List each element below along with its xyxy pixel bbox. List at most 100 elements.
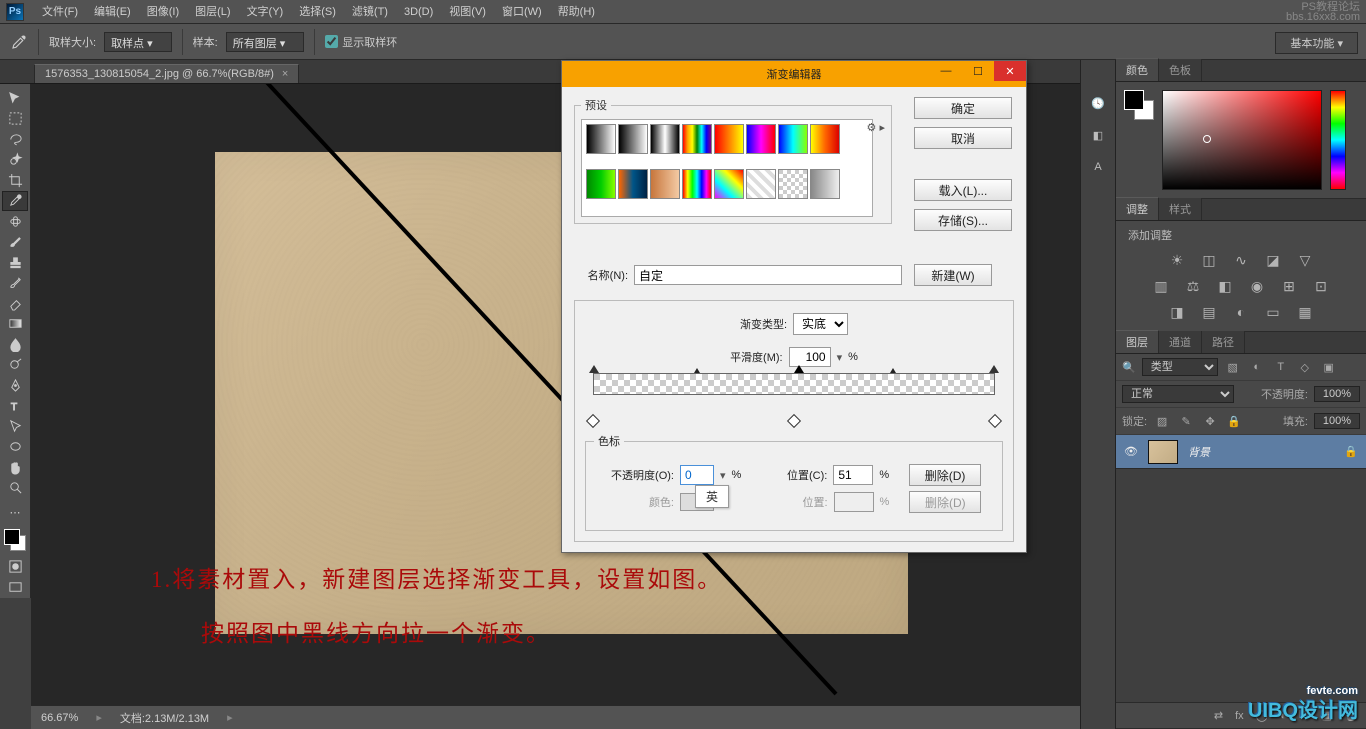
layer-thumbnail[interactable]: [1148, 440, 1178, 464]
document-tab[interactable]: 1576353_130815054_2.jpg @ 66.7%(RGB/8#) …: [34, 64, 299, 83]
properties-panel-icon[interactable]: ◧: [1087, 124, 1109, 146]
gradmap-icon[interactable]: ▭: [1264, 303, 1282, 321]
menu-image[interactable]: 图像(I): [139, 0, 187, 24]
filter-type-icon[interactable]: T: [1272, 358, 1290, 376]
lock-pixels-icon[interactable]: ▨: [1153, 412, 1171, 430]
tab-adjustments[interactable]: 调整: [1116, 197, 1159, 220]
cancel-button[interactable]: 取消: [914, 127, 1012, 149]
tab-layers[interactable]: 图层: [1116, 330, 1159, 353]
gradient-type-select[interactable]: 实底: [793, 313, 848, 335]
hue-slider[interactable]: [1330, 90, 1346, 190]
fill-value[interactable]: 100%: [1314, 413, 1360, 429]
ok-button[interactable]: 确定: [914, 97, 1012, 119]
hand-tool[interactable]: [2, 457, 28, 478]
menu-select[interactable]: 选择(S): [291, 0, 344, 24]
layer-name[interactable]: 背景: [1188, 444, 1210, 460]
blend-mode-select[interactable]: 正常: [1122, 385, 1234, 403]
color-stop[interactable]: [988, 414, 1002, 428]
type-tool[interactable]: T: [2, 396, 28, 417]
layer-style-icon[interactable]: fx: [1235, 710, 1244, 722]
status-chevron-icon[interactable]: ▸: [96, 711, 102, 724]
opacity-stop[interactable]: [989, 365, 999, 373]
zoom-level[interactable]: 66.67%: [41, 712, 78, 724]
gradient-preview[interactable]: [593, 373, 995, 395]
close-icon[interactable]: ×: [282, 68, 288, 80]
gradient-name-input[interactable]: [634, 265, 902, 285]
quickmask-toggle[interactable]: [2, 557, 28, 578]
menu-window[interactable]: 窗口(W): [494, 0, 550, 24]
gradient-preset[interactable]: [810, 124, 840, 154]
blur-tool[interactable]: [2, 334, 28, 355]
bw-icon[interactable]: ◧: [1216, 277, 1234, 295]
invert-icon[interactable]: ◨: [1168, 303, 1186, 321]
brightness-icon[interactable]: ☀: [1168, 251, 1186, 269]
pen-tool[interactable]: [2, 375, 28, 396]
gradient-preset[interactable]: [714, 169, 744, 199]
tab-swatches[interactable]: 色板: [1159, 59, 1202, 81]
gradient-preset[interactable]: [618, 124, 648, 154]
status-chevron-icon[interactable]: ▸: [227, 711, 233, 724]
visibility-icon[interactable]: 👁: [1124, 445, 1138, 459]
heal-tool[interactable]: [2, 211, 28, 232]
new-button[interactable]: 新建(W): [914, 264, 992, 286]
delete-stop-button[interactable]: 删除(D): [909, 464, 981, 486]
sample-from-select[interactable]: 所有图层 ▾: [226, 32, 305, 52]
ime-indicator[interactable]: 英: [695, 485, 729, 508]
minimize-button[interactable]: —: [930, 61, 962, 81]
menu-view[interactable]: 视图(V): [441, 0, 494, 24]
menu-filter[interactable]: 滤镜(T): [344, 0, 396, 24]
menu-3d[interactable]: 3D(D): [396, 0, 441, 24]
tab-paths[interactable]: 路径: [1202, 331, 1245, 353]
workspace-switcher[interactable]: 基本功能 ▾: [1275, 32, 1358, 54]
eyedropper-tool[interactable]: [2, 191, 28, 212]
exposure-icon[interactable]: ◪: [1264, 251, 1282, 269]
gradient-tool[interactable]: [2, 314, 28, 335]
curves-icon[interactable]: ∿: [1232, 251, 1250, 269]
show-sample-ring-checkbox[interactable]: 显示取样环: [325, 34, 397, 50]
color-swatches[interactable]: [2, 527, 28, 553]
tab-channels[interactable]: 通道: [1159, 331, 1202, 353]
path-select-tool[interactable]: [2, 416, 28, 437]
maximize-button[interactable]: ☐: [962, 61, 994, 81]
history-panel-icon[interactable]: 🕓: [1087, 92, 1109, 114]
brush-tool[interactable]: [2, 232, 28, 253]
posterize-icon[interactable]: ▤: [1200, 303, 1218, 321]
saturation-picker[interactable]: [1162, 90, 1322, 190]
stop-opacity-input[interactable]: [680, 465, 714, 485]
threshold-icon[interactable]: ◐: [1232, 303, 1250, 321]
filter-pixel-icon[interactable]: ▧: [1224, 358, 1242, 376]
lock-paint-icon[interactable]: ✎: [1177, 412, 1195, 430]
gradient-preset[interactable]: [714, 124, 744, 154]
opacity-stop[interactable]: [589, 365, 599, 373]
close-button[interactable]: ✕: [994, 61, 1026, 81]
gradient-preset[interactable]: [746, 124, 776, 154]
foreground-swatch[interactable]: [4, 529, 20, 545]
zoom-tool[interactable]: [2, 478, 28, 499]
gradient-preset[interactable]: [586, 124, 616, 154]
menu-type[interactable]: 文字(Y): [239, 0, 292, 24]
selective-icon[interactable]: ▦: [1296, 303, 1314, 321]
gradient-bar[interactable]: [593, 373, 995, 417]
opacity-midpoint[interactable]: [694, 368, 700, 373]
load-button[interactable]: 载入(L)...: [914, 179, 1012, 201]
gradient-preset[interactable]: [682, 169, 712, 199]
character-panel-icon[interactable]: A: [1087, 156, 1109, 178]
layer-item-background[interactable]: 👁 背景 🔒: [1116, 435, 1366, 469]
gradient-preset[interactable]: [586, 169, 616, 199]
hue-icon[interactable]: ▥: [1152, 277, 1170, 295]
gradient-preset[interactable]: [746, 169, 776, 199]
opacity-value[interactable]: 100%: [1314, 386, 1360, 402]
vibrance-icon[interactable]: ▽: [1296, 251, 1314, 269]
tab-styles[interactable]: 样式: [1159, 198, 1202, 220]
lock-all-icon[interactable]: 🔒: [1225, 412, 1243, 430]
filter-shape-icon[interactable]: ◇: [1296, 358, 1314, 376]
filter-smart-icon[interactable]: ▣: [1320, 358, 1338, 376]
gradient-preset[interactable]: [682, 124, 712, 154]
panel-color-swatches[interactable]: [1124, 90, 1154, 120]
menu-help[interactable]: 帮助(H): [550, 0, 603, 24]
stamp-tool[interactable]: [2, 252, 28, 273]
opacity-stop-selected[interactable]: [794, 365, 804, 373]
layer-filter-kind[interactable]: 类型: [1142, 358, 1218, 376]
sample-size-select[interactable]: 取样点 ▾: [104, 32, 172, 52]
show-sample-ring-input[interactable]: [325, 35, 338, 48]
